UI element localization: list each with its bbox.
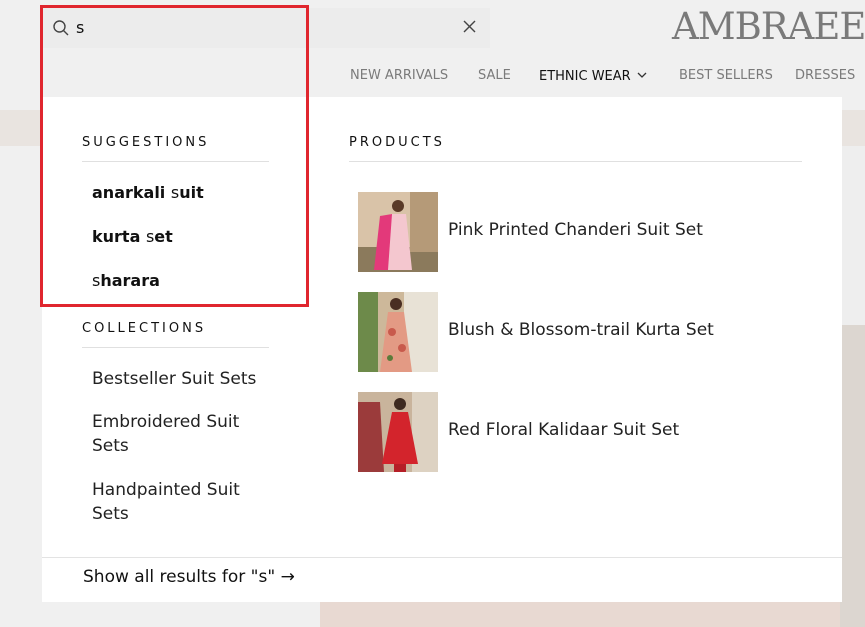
divider [82, 347, 269, 348]
suggestion-text: harara [100, 271, 160, 290]
nav-item-ethnic-wear[interactable]: ETHNIC WEAR [539, 68, 647, 85]
chevron-down-icon [637, 68, 647, 84]
nav-item-new-arrivals[interactable]: NEW ARRIVALS [350, 68, 448, 84]
close-icon[interactable] [460, 17, 480, 37]
product-thumbnail [358, 192, 438, 272]
suggestion-text: et [154, 227, 173, 246]
search-dropdown: SUGGESTIONS anarkali suit kurta set shar… [42, 97, 842, 602]
search-icon [52, 19, 70, 37]
suggestion-text: kurta [92, 227, 146, 246]
suggestion-text: uit [179, 183, 204, 202]
divider [82, 161, 269, 162]
suggestion-item[interactable]: anarkali suit [92, 183, 204, 202]
background-product-image [840, 325, 865, 627]
nav-item-best-sellers[interactable]: BEST SELLERS [679, 68, 773, 84]
search-input[interactable] [76, 12, 436, 42]
product-item[interactable]: Pink Printed Chanderi Suit Set [358, 192, 828, 274]
suggestion-match: s [170, 183, 180, 202]
product-title: Pink Printed Chanderi Suit Set [448, 220, 703, 240]
nav-item-sale[interactable]: SALE [478, 68, 511, 84]
suggestions-heading: SUGGESTIONS [82, 135, 210, 150]
divider [42, 557, 842, 558]
suggestion-item[interactable]: sharara [92, 271, 160, 290]
suggestion-text: anarkali [92, 183, 171, 202]
product-item[interactable]: Red Floral Kalidaar Suit Set [358, 392, 828, 474]
divider [349, 161, 802, 162]
products-heading: PRODUCTS [349, 135, 445, 150]
collection-link[interactable]: Handpainted Suit Sets [92, 478, 277, 526]
product-thumbnail [358, 292, 438, 372]
collection-link[interactable]: Embroidered Suit Sets [92, 410, 277, 458]
product-thumbnail [358, 392, 438, 472]
product-item[interactable]: Blush & Blossom-trail Kurta Set [358, 292, 828, 374]
nav-item-dresses[interactable]: DRESSES [795, 68, 855, 84]
product-title: Blush & Blossom-trail Kurta Set [448, 320, 714, 340]
suggestion-item[interactable]: kurta set [92, 227, 173, 246]
nav-item-label: ETHNIC WEAR [539, 69, 631, 84]
brand-logo[interactable]: AMBRAEE [672, 6, 865, 48]
product-title: Red Floral Kalidaar Suit Set [448, 420, 680, 440]
show-all-results-link[interactable]: Show all results for "s" → [83, 567, 295, 587]
collections-heading: COLLECTIONS [82, 321, 207, 336]
collection-link[interactable]: Bestseller Suit Sets [92, 367, 277, 391]
